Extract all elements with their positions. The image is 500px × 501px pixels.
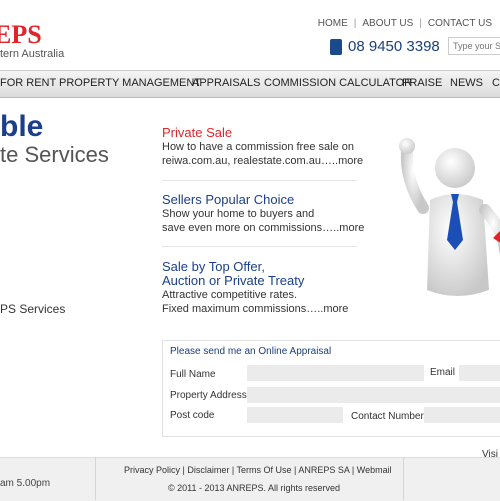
- top-link-home[interactable]: HOME: [318, 18, 348, 29]
- services-text: PS Services: [0, 302, 66, 316]
- contact-number-field[interactable]: [424, 407, 500, 423]
- footer-divider: [95, 457, 96, 500]
- nav-item-appraisals[interactable]: APPRAISALS: [192, 77, 260, 89]
- full-name-field[interactable]: [247, 365, 424, 381]
- email-label: Email: [430, 367, 456, 378]
- logo-text[interactable]: EPS: [0, 20, 42, 50]
- logo-subtitle: tern Australia: [0, 48, 65, 60]
- phone-icon: [330, 38, 342, 55]
- top-links: HOME | ABOUT US | CONTACT US: [318, 18, 492, 29]
- footer-copyright: © 2011 - 2013 ANREPS. All rights reserve…: [168, 483, 341, 493]
- property-address-field[interactable]: [247, 387, 500, 403]
- hero-subheading: te Services: [0, 142, 109, 167]
- footer-visit: Visi: [482, 449, 498, 460]
- top-link-about[interactable]: ABOUT US: [362, 18, 413, 29]
- full-name-label: Full Name: [170, 369, 216, 380]
- divider: [162, 180, 357, 181]
- top-offer-line2[interactable]: Fixed maximum commissions…..more: [162, 302, 348, 317]
- separator: |: [419, 18, 422, 29]
- contact-number-label: Contact Number: [351, 411, 424, 422]
- email-field[interactable]: [459, 365, 500, 381]
- footer: [0, 457, 500, 501]
- separator: |: [353, 18, 357, 29]
- sellers-choice-line2[interactable]: save even more on commissions…..more: [162, 221, 364, 236]
- form-title: Please send me an Online Appraisal: [170, 346, 332, 357]
- nav-item-contact[interactable]: C: [492, 77, 500, 89]
- property-address-label: Property Address: [170, 390, 247, 401]
- footer-links[interactable]: Privacy Policy | Disclaimer | Terms Of U…: [124, 465, 392, 475]
- top-offer-title-2[interactable]: Auction or Private Treaty: [162, 273, 304, 288]
- private-sale-line2[interactable]: reiwa.com.au, realestate.com.au…..more: [162, 154, 363, 169]
- top-link-contact[interactable]: CONTACT US: [428, 18, 492, 29]
- post-code-label: Post code: [170, 410, 215, 421]
- search-input[interactable]: [448, 37, 500, 55]
- mascot-figure: [399, 138, 500, 296]
- nav-item-commission-calculator[interactable]: COMMISSION CALCULATOR: [264, 77, 412, 89]
- phone-number: 08 9450 3398: [348, 38, 440, 55]
- nav-item-praise[interactable]: PRAISE: [402, 77, 442, 89]
- sellers-choice-title[interactable]: Sellers Popular Choice: [162, 192, 294, 207]
- nav-item-news[interactable]: NEWS: [450, 77, 483, 89]
- footer-hours: am 5.00pm: [0, 478, 51, 489]
- nav-item-property-management[interactable]: PROPERTY MANAGEMENT: [59, 77, 201, 89]
- sellers-choice-line1: Show your home to buyers and: [162, 208, 315, 220]
- divider: [162, 246, 357, 247]
- phone-block: 08 9450 3398: [330, 38, 440, 55]
- private-sale-line1: How to have a commission free sale on: [162, 141, 354, 153]
- footer-divider: [403, 457, 404, 500]
- nav-item-for-rent[interactable]: FOR RENT: [0, 77, 56, 89]
- top-offer-line1: Attractive competitive rates.: [162, 289, 298, 301]
- top-offer-title[interactable]: Sale by Top Offer,: [162, 259, 265, 274]
- private-sale-title[interactable]: Private Sale: [162, 125, 232, 140]
- hero-heading: ble: [0, 110, 44, 143]
- post-code-field[interactable]: [247, 407, 343, 423]
